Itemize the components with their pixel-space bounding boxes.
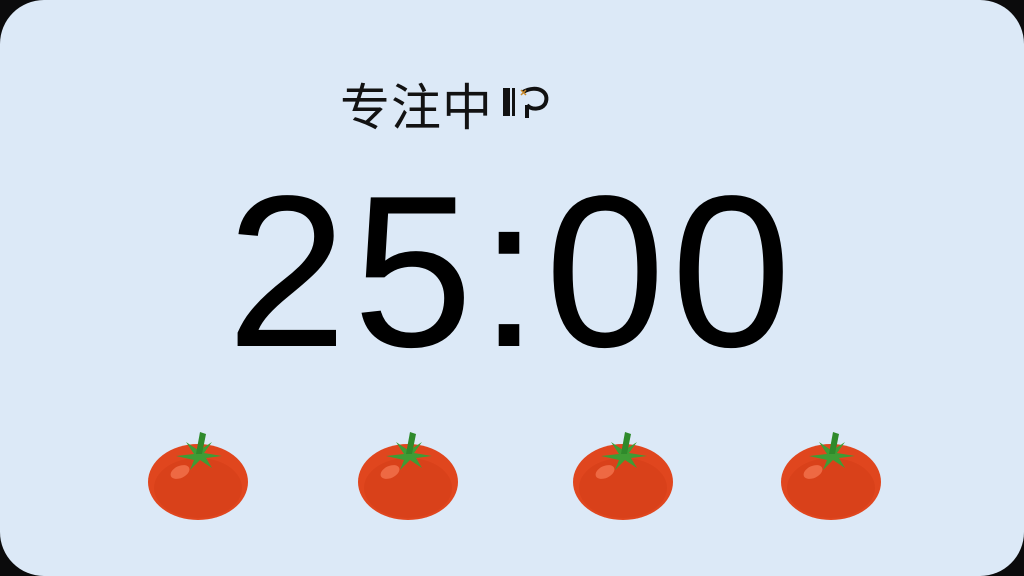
tomato-icon — [573, 432, 673, 520]
tomato-icon — [781, 432, 881, 520]
session-tomato-row — [0, 420, 1024, 530]
status-row: 专注中 — [340, 64, 557, 144]
pomodoro-card: 专注中 25:00 — [0, 0, 1024, 576]
tomato-icon — [148, 432, 248, 520]
focus-status-label: 专注中 — [340, 79, 493, 137]
tomato-icon — [358, 432, 458, 520]
countdown-timer: 25:00 — [226, 150, 798, 392]
timer-icon — [497, 74, 557, 134]
